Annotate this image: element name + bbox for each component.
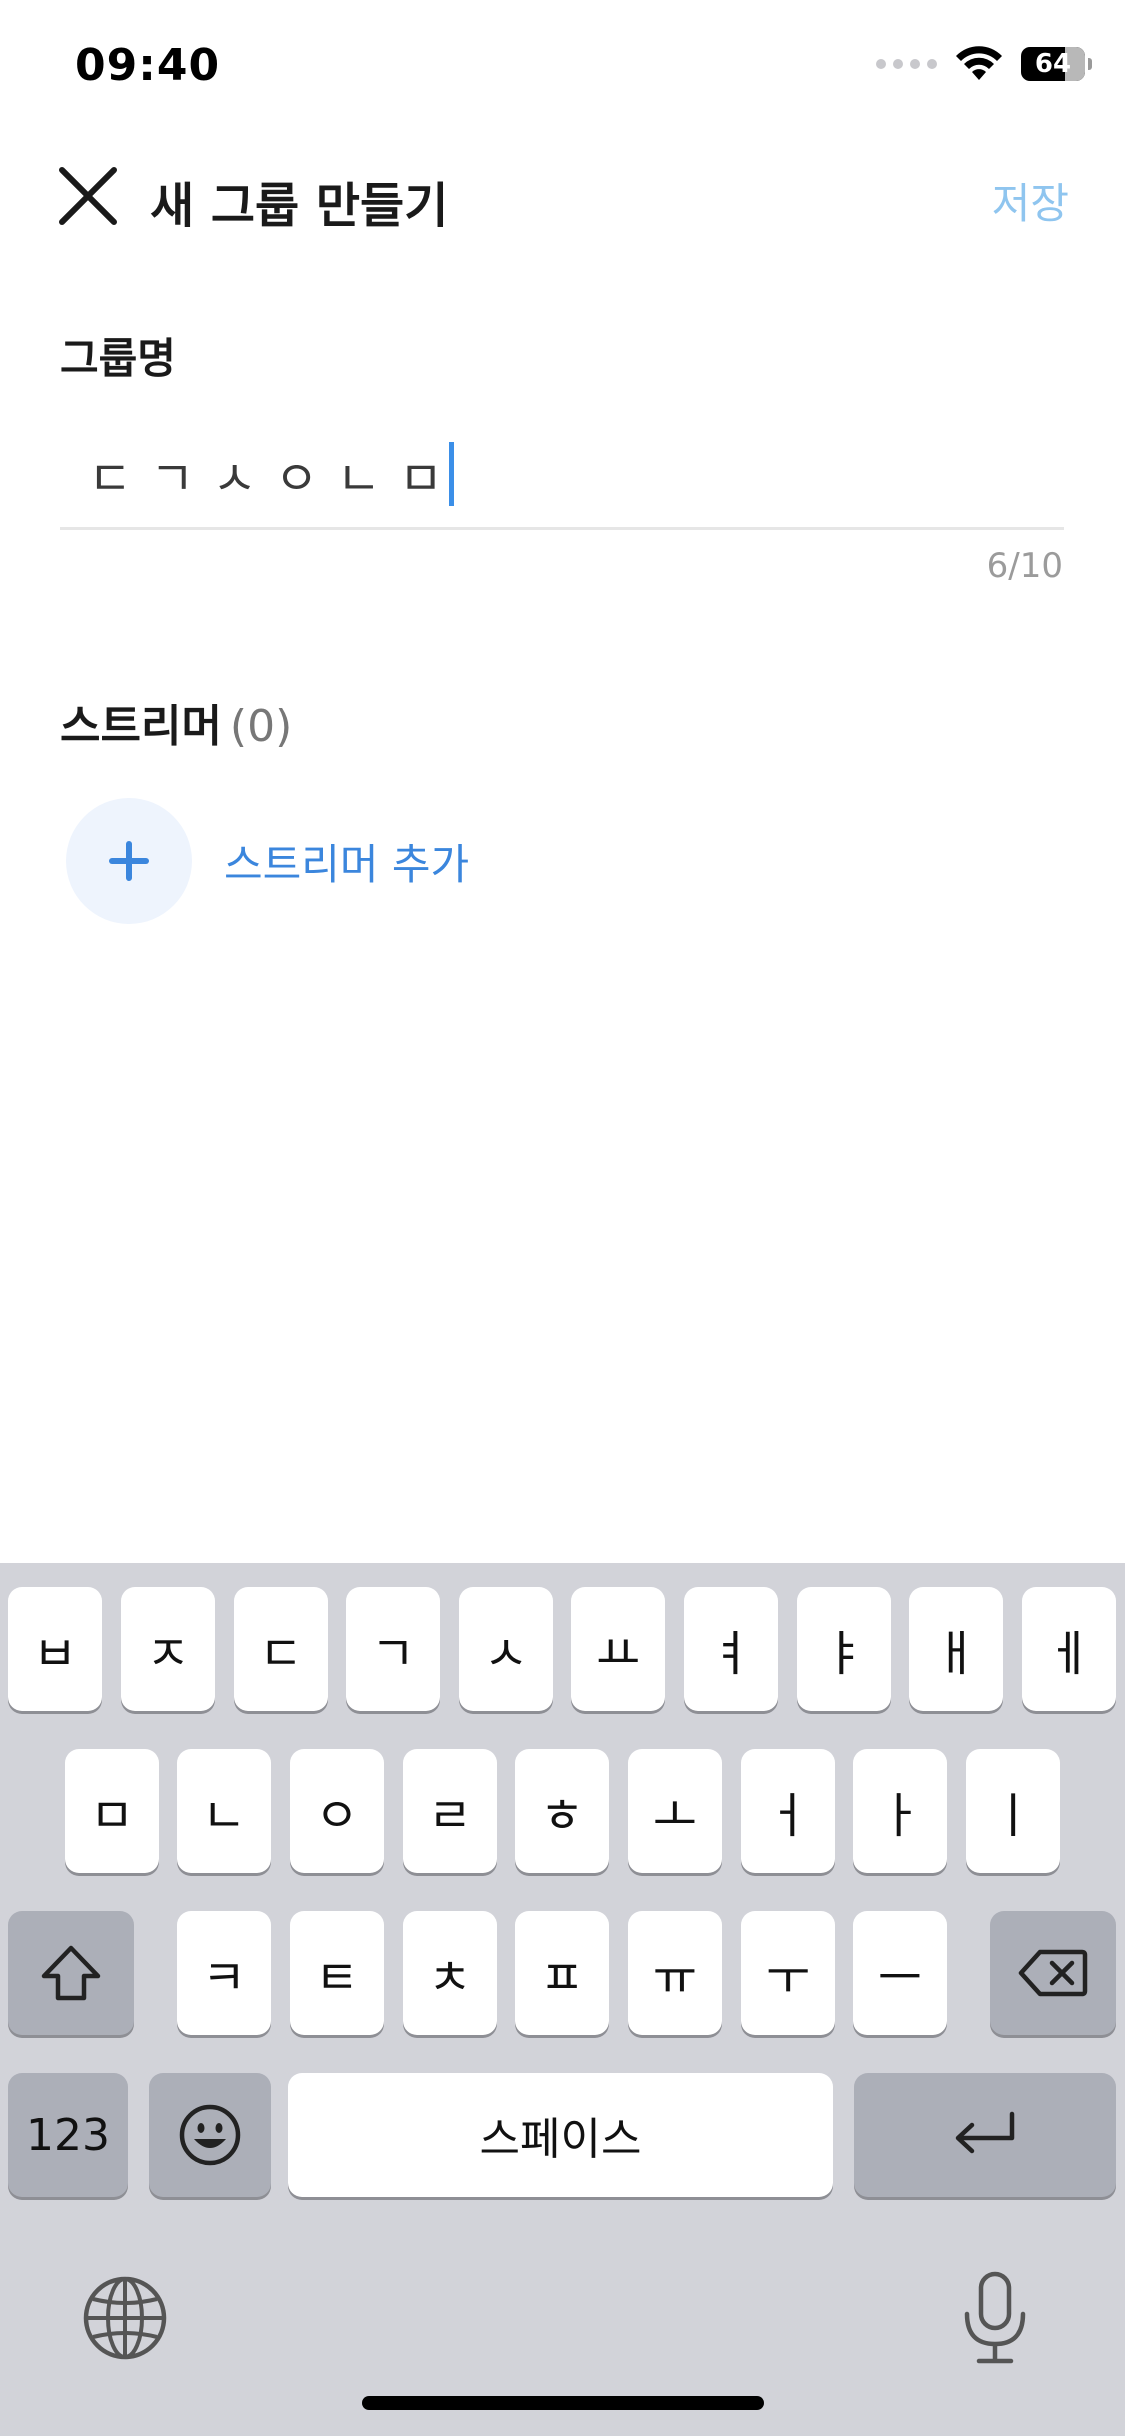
numbers-key[interactable]: 123 [8, 2073, 128, 2197]
text-caret [448, 442, 454, 506]
key-9[interactable]: ㅔ [1022, 1587, 1116, 1711]
space-key[interactable]: 스페이스 [288, 2073, 833, 2197]
key-5[interactable]: ㅛ [571, 1587, 665, 1711]
key-22[interactable]: ㅍ [515, 1911, 609, 2035]
streamer-count: (0) [229, 701, 293, 752]
wifi-icon [956, 46, 1002, 80]
key-15[interactable]: ㅗ [628, 1749, 722, 1873]
key-3[interactable]: ㄱ [346, 1587, 440, 1711]
status-bar: 09:40 64 [0, 0, 1125, 140]
close-icon [59, 167, 117, 225]
key-13[interactable]: ㄹ [403, 1749, 497, 1873]
key-23[interactable]: ㅠ [628, 1911, 722, 2035]
group-name-input[interactable]: ㄷㄱㅅㅇㄴㅁ [60, 425, 1064, 530]
key-20[interactable]: ㅌ [290, 1911, 384, 2035]
return-icon [955, 2111, 1015, 2154]
key-0[interactable]: ㅂ [8, 1587, 102, 1711]
key-11[interactable]: ㄴ [177, 1749, 271, 1873]
key-6[interactable]: ㅕ [684, 1587, 778, 1711]
plus-icon [109, 841, 149, 881]
key-2[interactable]: ㄷ [234, 1587, 328, 1711]
microphone-icon [964, 2271, 1026, 2364]
add-streamer-button[interactable]: 스트리머 추가 [66, 798, 469, 924]
emoji-key[interactable] [149, 2073, 271, 2197]
key-8[interactable]: ㅐ [909, 1587, 1003, 1711]
key-25[interactable]: ㅡ [853, 1911, 947, 2035]
globe-icon [83, 2276, 167, 2360]
close-button[interactable] [56, 164, 120, 228]
key-12[interactable]: ㅇ [290, 1749, 384, 1873]
battery-icon: 64 [1021, 47, 1092, 81]
keyboard: ㅂ ㅈ ㄷ ㄱ ㅅ ㅛ ㅕ ㅑ ㅐ ㅔ ㅁ ㄴ ㅇ ㄹ ㅎ ㅗ ㅓ ㅏ ㅣ ㅋ … [0, 1563, 1125, 2436]
streamer-label: 스트리머 [60, 701, 222, 752]
return-key[interactable] [854, 2073, 1116, 2197]
page-title: 새 그룹 만들기 [150, 178, 449, 234]
globe-button[interactable] [80, 2273, 170, 2363]
add-streamer-label: 스트리머 추가 [224, 839, 470, 889]
header: 새 그룹 만들기 저장 [0, 140, 1125, 250]
status-time: 09:40 [75, 40, 221, 91]
shift-icon [41, 1945, 101, 2001]
save-button[interactable]: 저장 [992, 170, 1069, 231]
key-1[interactable]: ㅈ [121, 1587, 215, 1711]
shift-key[interactable] [8, 1911, 134, 2035]
key-4[interactable]: ㅅ [459, 1587, 553, 1711]
cellular-signal-icon [876, 59, 937, 69]
key-24[interactable]: ㅜ [741, 1911, 835, 2035]
group-name-label: 그룹명 [60, 334, 176, 383]
key-19[interactable]: ㅋ [177, 1911, 271, 2035]
char-count: 6/10 [986, 546, 1063, 586]
status-icons: 64 [876, 46, 1092, 82]
key-18[interactable]: ㅣ [966, 1749, 1060, 1873]
emoji-icon [179, 2104, 241, 2166]
backspace-icon [1018, 1949, 1088, 1997]
key-16[interactable]: ㅓ [741, 1749, 835, 1873]
add-streamer-circle[interactable] [66, 798, 192, 924]
group-name-value: ㄷㄱㅅㅇㄴㅁ [88, 451, 461, 507]
key-21[interactable]: ㅊ [403, 1911, 497, 2035]
key-10[interactable]: ㅁ [65, 1749, 159, 1873]
key-17[interactable]: ㅏ [853, 1749, 947, 1873]
key-14[interactable]: ㅎ [515, 1749, 609, 1873]
streamer-section-label: 스트리머 (0) [60, 690, 292, 754]
key-7[interactable]: ㅑ [797, 1587, 891, 1711]
delete-key[interactable] [990, 1911, 1116, 2035]
dictation-button[interactable] [955, 2268, 1035, 2368]
home-indicator [362, 2396, 764, 2410]
